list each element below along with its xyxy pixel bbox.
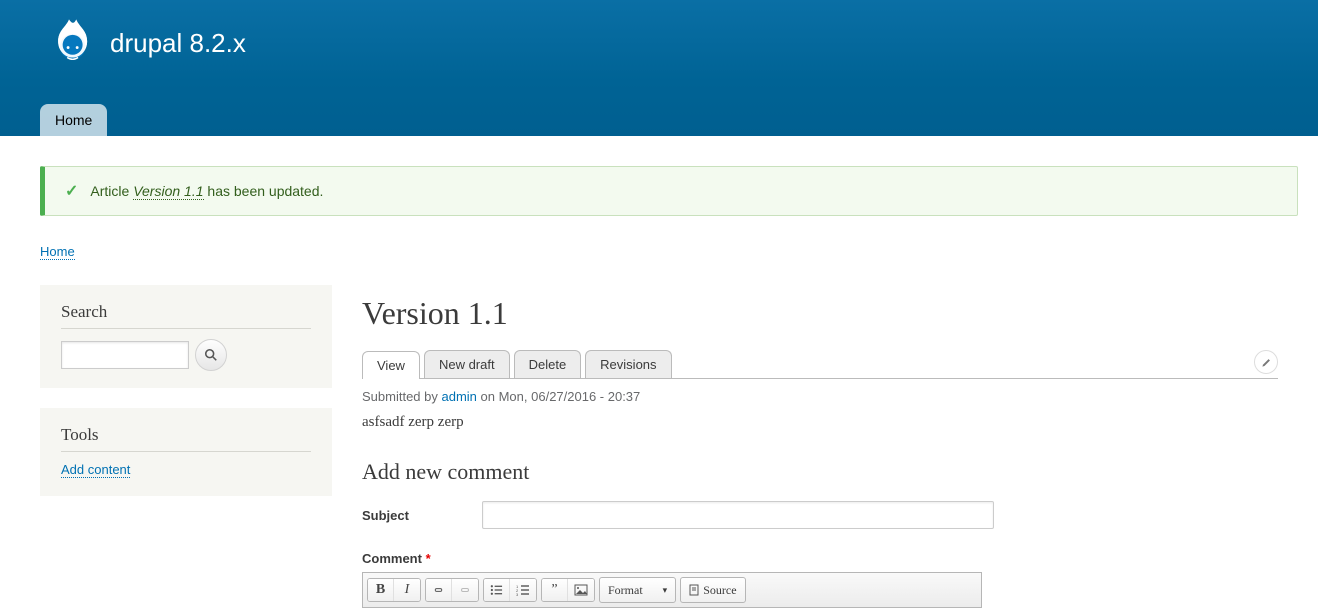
required-marker: *: [426, 551, 431, 566]
format-label: Format: [608, 583, 643, 598]
status-message: ✓ Article Version 1.1 has been updated.: [40, 166, 1298, 216]
svg-text:3: 3: [516, 592, 519, 596]
comment-editor[interactable]: B I: [362, 572, 982, 608]
node-body: asfsadf zerp zerp: [362, 414, 1278, 431]
site-logo-icon[interactable]: [40, 14, 98, 72]
comment-label: Comment *: [362, 551, 482, 566]
submitted-suffix: on Mon, 06/27/2016 - 20:37: [477, 389, 640, 404]
image-button[interactable]: [568, 579, 594, 601]
breadcrumb: Home: [40, 244, 1298, 259]
site-header: drupal 8.2.x Home: [0, 0, 1318, 136]
status-suffix: has been updated.: [204, 183, 324, 199]
chevron-down-icon: ▾: [663, 585, 668, 596]
add-content-link[interactable]: Add content: [61, 462, 130, 478]
comment-label-text: Comment: [362, 551, 422, 566]
subject-input[interactable]: [482, 501, 994, 529]
menu-home[interactable]: Home: [40, 104, 107, 136]
tools-block: Tools Add content: [40, 408, 332, 496]
source-button[interactable]: Source: [680, 577, 745, 603]
source-label: Source: [703, 583, 736, 598]
check-icon: ✓: [65, 181, 78, 201]
bold-button[interactable]: B: [368, 579, 394, 601]
sidebar: Search Tools Add content: [40, 285, 332, 516]
editor-group-links: [425, 578, 479, 602]
tab-revisions[interactable]: Revisions: [585, 350, 671, 378]
comment-label-row: Comment *: [362, 551, 1278, 566]
search-block: Search: [40, 285, 332, 388]
local-tasks: View New draft Delete Revisions: [362, 350, 672, 378]
add-comment-heading: Add new comment: [362, 459, 1278, 485]
bulleted-list-button[interactable]: [484, 579, 510, 601]
search-input[interactable]: [61, 341, 189, 369]
blockquote-button[interactable]: ”: [542, 579, 568, 601]
tabs-wrapper: View New draft Delete Revisions: [362, 350, 1278, 379]
numbered-list-button[interactable]: 1 2 3: [510, 579, 536, 601]
site-name[interactable]: drupal 8.2.x: [110, 28, 246, 59]
bulleted-list-icon: [490, 584, 503, 596]
page-title: Version 1.1: [362, 295, 1278, 332]
search-button[interactable]: [195, 339, 227, 371]
numbered-list-icon: 1 2 3: [516, 584, 530, 596]
tab-view[interactable]: View: [362, 351, 420, 379]
subject-label: Subject: [362, 508, 482, 523]
submitted-prefix: Submitted by: [362, 389, 442, 404]
tools-block-title: Tools: [61, 425, 311, 452]
subject-row: Subject: [362, 501, 1278, 529]
link-button[interactable]: [426, 579, 452, 601]
format-dropdown[interactable]: Format ▾: [599, 577, 676, 603]
author-link[interactable]: admin: [442, 389, 477, 404]
main-content: Version 1.1 View New draft Delete Revisi…: [362, 285, 1298, 608]
italic-button[interactable]: I: [394, 579, 420, 601]
search-block-title: Search: [61, 302, 311, 329]
magnifier-icon: [204, 348, 218, 362]
status-prefix: Article: [90, 183, 133, 199]
editor-group-textstyle: B I: [367, 578, 421, 602]
tab-new-draft[interactable]: New draft: [424, 350, 510, 378]
pencil-icon: [1261, 357, 1272, 368]
link-icon: [432, 585, 445, 595]
unlink-button[interactable]: [452, 579, 478, 601]
contextual-edit-button[interactable]: [1254, 350, 1278, 374]
source-icon: [689, 584, 699, 596]
tab-delete[interactable]: Delete: [514, 350, 582, 378]
editor-group-lists: 1 2 3: [483, 578, 537, 602]
status-link[interactable]: Version 1.1: [133, 183, 203, 200]
main-menu: Home: [40, 104, 107, 136]
image-icon: [574, 584, 588, 596]
unlink-icon: [458, 585, 472, 595]
editor-group-block: ”: [541, 578, 595, 602]
submitted-info: Submitted by admin on Mon, 06/27/2016 - …: [362, 389, 1278, 404]
editor-toolbar: B I: [363, 573, 981, 607]
breadcrumb-home[interactable]: Home: [40, 244, 75, 260]
site-branding: drupal 8.2.x: [40, 0, 1278, 72]
